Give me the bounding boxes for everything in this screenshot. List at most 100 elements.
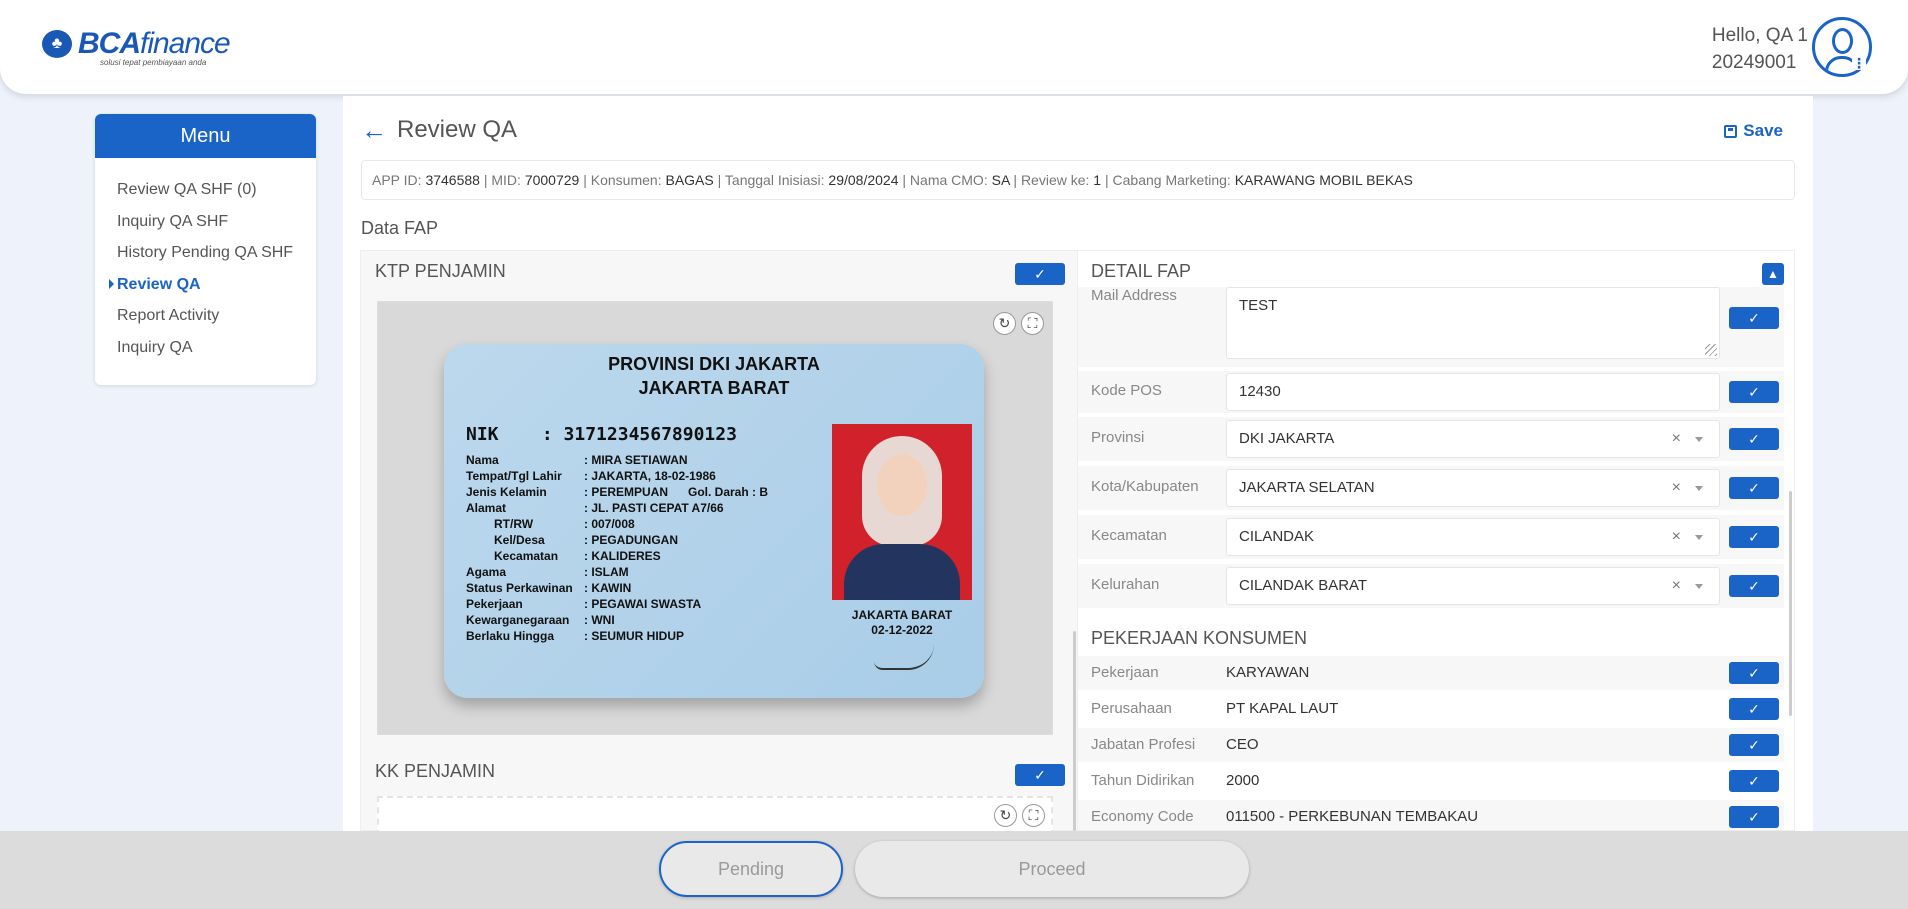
clear-icon[interactable]: × <box>1672 470 1681 506</box>
logo-emblem-icon: ♣ <box>42 30 72 58</box>
tahun-didirikan-check[interactable]: ✓ <box>1729 770 1779 792</box>
proceed-button[interactable]: Proceed <box>855 841 1249 897</box>
clear-icon[interactable]: × <box>1672 421 1681 457</box>
user-id: 20249001 <box>1711 52 1797 73</box>
field-label: Jabatan Profesi <box>1091 736 1196 753</box>
kota-check[interactable]: ✓ <box>1729 477 1779 499</box>
chevron-down-icon[interactable] <box>1695 535 1703 540</box>
kecamatan-select[interactable]: CILANDAK × <box>1226 518 1720 556</box>
field-row-kode-pos: Kode POS 12430 ✓ <box>1078 371 1784 413</box>
chevron-down-icon[interactable] <box>1695 486 1703 491</box>
logo-text-bca: BCA <box>78 27 141 60</box>
check-icon: ✓ <box>1748 773 1760 789</box>
ktp-penjamin-title: KTP PENJAMIN <box>375 261 506 281</box>
check-icon: ✓ <box>1748 665 1760 681</box>
field-label: Economy Code <box>1091 808 1194 825</box>
field-row-provinsi: Provinsi DKI JAKARTA × ✓ <box>1078 417 1784 461</box>
field-row-mail-address: Mail Address TEST ✓ <box>1078 287 1784 367</box>
application-info-bar: APP ID: 3746588 | MID: 7000729 | Konsume… <box>361 160 1795 200</box>
ktp-fields: Nama: MIRA SETIAWAN Tempat/Tgl Lahir: JA… <box>466 452 768 644</box>
field-label: Kecamatan <box>1091 527 1167 544</box>
kota-select[interactable]: JAKARTA SELATAN × <box>1226 469 1720 507</box>
sidebar-item-review-qa[interactable]: Review QA <box>109 275 316 307</box>
section-title-data-fap: Data FAP <box>361 218 439 238</box>
ktp-nik: NIK : 3171234567890123 <box>466 424 737 445</box>
review-ke: 1 <box>1093 172 1102 188</box>
chevron-up-icon[interactable]: ▲ <box>1762 263 1784 285</box>
field-value: 011500 - PERKEBUNAN TEMBAKAU <box>1226 808 1479 825</box>
kelurahan-check[interactable]: ✓ <box>1729 575 1779 597</box>
sidebar-item-review-qa-shf[interactable]: Review QA SHF (0) <box>117 180 316 212</box>
page-title: Review QA <box>397 116 518 143</box>
bca-finance-logo[interactable]: ♣ BCAfinance solusi tepat pembiayaan and… <box>42 27 231 67</box>
field-row-jabatan: Jabatan Profesi CEO ✓ <box>1078 728 1784 762</box>
perusahaan-check[interactable]: ✓ <box>1729 698 1779 720</box>
field-label: Pekerjaan <box>1091 664 1159 681</box>
field-row-kota: Kota/Kabupaten JAKARTA SELATAN × ✓ <box>1078 466 1784 510</box>
clear-icon[interactable]: × <box>1672 568 1681 604</box>
mail-address-check[interactable]: ✓ <box>1729 307 1779 329</box>
field-row-pekerjaan: Pekerjaan KARYAWAN ✓ <box>1078 656 1784 690</box>
ktp-kota: JAKARTA BARAT <box>638 378 790 398</box>
kk-image-viewer[interactable]: ↻ ⛶ <box>377 796 1053 836</box>
sidebar-item-inquiry-qa-shf[interactable]: Inquiry QA SHF <box>117 212 316 244</box>
rotate-icon[interactable]: ↻ <box>994 804 1017 827</box>
sidebar-item-report-activity[interactable]: Report Activity <box>117 306 316 338</box>
rotate-icon[interactable]: ↻ <box>993 312 1016 335</box>
chevron-down-icon[interactable] <box>1695 584 1703 589</box>
user-info: Hello, QA 1 20249001 <box>1712 22 1808 76</box>
tanggal-inisiasi: 29/08/2024 <box>828 172 899 188</box>
resize-handle-icon[interactable] <box>1705 344 1717 356</box>
kelurahan-select[interactable]: CILANDAK BARAT × <box>1226 567 1720 605</box>
ktp-field-row: Kel/Desa: PEGADUNGAN <box>494 533 679 547</box>
chevron-down-icon[interactable] <box>1695 437 1703 442</box>
left-card-scrollbar[interactable] <box>1073 631 1076 831</box>
field-row-tahun-didirikan: Tahun Didirikan 2000 ✓ <box>1078 764 1784 798</box>
ktp-issue-info: JAKARTA BARAT 02-12-2022 <box>851 608 953 637</box>
provinsi-check[interactable]: ✓ <box>1729 428 1779 450</box>
check-icon: ✓ <box>1748 809 1760 825</box>
save-button[interactable]: Save <box>1724 121 1783 141</box>
field-label: Kode POS <box>1091 382 1162 399</box>
sidebar-item-label: Review QA <box>117 275 201 293</box>
mail-address-textarea[interactable]: TEST <box>1226 287 1720 359</box>
app-header: ♣ BCAfinance solusi tepat pembiayaan and… <box>0 0 1908 94</box>
pending-button[interactable]: Pending <box>659 841 843 897</box>
ktp-field-row: Status Perkawinan: KAWIN <box>466 581 632 595</box>
pekerjaan-check[interactable]: ✓ <box>1729 662 1779 684</box>
ktp-card-image: PROVINSI DKI JAKARTA JAKARTA BARAT NIK :… <box>444 344 984 698</box>
ktp-field-row: RT/RW: 007/008 <box>494 517 635 531</box>
action-footer: Pending Proceed <box>0 831 1908 909</box>
check-icon: ✓ <box>1748 737 1760 753</box>
kecamatan-check[interactable]: ✓ <box>1729 526 1779 548</box>
expand-icon[interactable]: ⛶ <box>1022 804 1045 827</box>
provinsi-select[interactable]: DKI JAKARTA × <box>1226 420 1720 458</box>
expand-icon[interactable]: ⛶ <box>1021 312 1044 335</box>
check-icon: ✓ <box>1748 480 1760 496</box>
kode-pos-check[interactable]: ✓ <box>1729 381 1779 403</box>
mid: 7000729 <box>524 172 580 188</box>
logo-tagline: solusi tepat pembiayaan anda <box>100 58 207 67</box>
kode-pos-input[interactable]: 12430 <box>1226 373 1720 411</box>
field-label: Tahun Didirikan <box>1091 772 1195 789</box>
clear-icon[interactable]: × <box>1672 519 1681 555</box>
more-vertical-icon[interactable]: ⋮ <box>1852 56 1866 70</box>
sidebar-item-history-pending-qa-shf[interactable]: History Pending QA SHF <box>117 243 316 275</box>
jabatan-check[interactable]: ✓ <box>1729 734 1779 756</box>
sidebar-item-inquiry-qa[interactable]: Inquiry QA <box>117 338 316 370</box>
economy-code-check[interactable]: ✓ <box>1729 806 1779 828</box>
field-label: Mail Address <box>1091 287 1177 304</box>
field-row-perusahaan: Perusahaan PT KAPAL LAUT ✓ <box>1078 692 1784 726</box>
right-card-scrollbar[interactable] <box>1789 491 1792 716</box>
back-arrow-icon[interactable]: ← <box>361 117 387 143</box>
kk-verify-checkbox[interactable]: ✓ <box>1015 764 1065 786</box>
check-icon: ✓ <box>1748 701 1760 717</box>
check-icon: ✓ <box>1034 266 1046 282</box>
field-value: KARYAWAN <box>1226 664 1310 681</box>
ktp-verify-checkbox[interactable]: ✓ <box>1015 263 1065 285</box>
menu-title: Menu <box>95 114 316 158</box>
check-icon: ✓ <box>1748 529 1760 545</box>
ktp-image-viewer[interactable]: PROVINSI DKI JAKARTA JAKARTA BARAT NIK :… <box>377 301 1053 735</box>
ktp-field-row: Tempat/Tgl Lahir: JAKARTA, 18-02-1986 <box>466 469 716 483</box>
ktp-field-row: Jenis Kelamin: PEREMPUAN Gol. Darah : B <box>466 485 769 499</box>
